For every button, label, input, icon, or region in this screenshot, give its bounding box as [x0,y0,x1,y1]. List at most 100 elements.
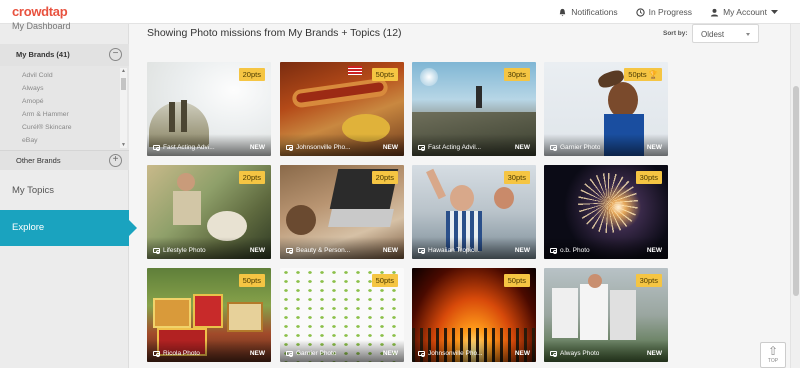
new-badge: NEW [646,247,662,254]
brand-item[interactable]: Always [22,85,44,92]
mission-card[interactable]: 30pts Fast Acting Advil... NEW [412,62,536,156]
points-badge: 30pts [503,171,530,184]
notifications-link[interactable]: Notifications [558,7,618,17]
mission-title: Garnier Photo [560,144,601,151]
expand-icon[interactable]: + [109,154,122,167]
sidebar-item-other-brands[interactable]: Other Brands + [0,150,129,170]
mission-card[interactable]: 20pts Fast Acting Advi... NEW [147,62,271,156]
points-value: 50pts [375,276,394,285]
trophy-icon: 🏆 [648,70,658,79]
page-title: Showing Photo missions from My Brands + … [147,27,402,39]
collapse-icon[interactable]: − [109,48,122,61]
camera-icon [550,351,557,357]
camera-icon [286,145,293,151]
points-badge: 50pts 🏆 [624,68,662,81]
scroll-down-icon[interactable]: ▼ [121,142,126,148]
my-account-menu[interactable]: My Account [710,7,778,17]
back-to-top-button[interactable]: ⇧ TOP [760,342,786,368]
points-badge: 30pts [503,68,530,81]
mission-card[interactable]: 30pts Hawaiian Tropic... NEW [412,165,536,259]
other-brands-label: Other Brands [16,156,61,165]
new-badge: NEW [382,247,398,254]
mission-card[interactable]: 50pts Ricola Photo NEW [147,268,271,362]
brand-item[interactable]: Curél® Skincare [22,124,72,131]
camera-icon [418,145,425,151]
brand-item[interactable]: Advil Cold [22,72,53,79]
new-badge: NEW [646,350,662,357]
mission-card[interactable]: 50pts Johnsonville Pho... NEW [280,62,404,156]
caret-down-icon [771,9,778,14]
new-badge: NEW [249,350,265,357]
points-value: 30pts [639,276,658,285]
sidebar-item-my-brands[interactable]: My Brands (41) − [0,44,129,66]
sidebar-item-my-topics[interactable]: My Topics [12,185,54,196]
new-badge: NEW [382,350,398,357]
points-badge: 20pts [238,68,265,81]
camera-icon [286,351,293,357]
brand-item[interactable]: Amopé [22,98,44,105]
points-value: 20pts [242,70,261,79]
points-value: 30pts [639,173,658,182]
new-badge: NEW [382,144,398,151]
top-label: TOP [767,358,779,364]
sort-select[interactable]: Oldest [692,24,759,43]
points-badge: 50pts [371,68,398,81]
top-nav: Notifications In Progress My Account [558,0,778,24]
in-progress-link[interactable]: In Progress [635,7,693,17]
mission-title: Johnsonville Pho... [428,350,483,357]
top-bar: crowdtap Notifications In Progress My Ac… [0,0,800,24]
my-account-label: My Account [723,7,767,17]
chevron-down-icon [746,33,750,36]
new-badge: NEW [249,144,265,151]
mission-title: Garnier Photo [296,350,337,357]
arrow-up-icon: ⇧ [767,344,779,358]
sidebar: My Dashboard My Brands (41) − Advil Cold… [0,21,137,368]
mission-card[interactable]: 30pts Always Photo NEW [544,268,668,362]
points-value: 50pts [628,70,647,79]
mission-card[interactable]: 50pts Garnier Photo NEW [280,268,404,362]
points-badge: 20pts [371,171,398,184]
new-badge: NEW [249,247,265,254]
brand-item[interactable]: eBay [22,137,38,144]
sidebar-item-dashboard[interactable]: My Dashboard [12,21,71,31]
my-brands-label: My Brands (41) [16,50,70,59]
scroll-thumb[interactable] [121,78,126,90]
points-value: 20pts [242,173,261,182]
sort-value: Oldest [701,30,725,39]
scrollbar-thumb[interactable] [793,86,799,296]
mission-title: Always Photo [560,350,600,357]
new-badge: NEW [514,144,530,151]
mission-title: o.b. Photo [560,247,590,254]
new-badge: NEW [646,144,662,151]
camera-icon [153,351,160,357]
in-progress-label: In Progress [648,7,693,17]
camera-icon [153,248,160,254]
mission-card[interactable]: 30pts o.b. Photo NEW [544,165,668,259]
crowdtap-logo[interactable]: crowdtap [12,4,68,19]
mission-title: Fast Acting Advil... [428,144,482,151]
points-value: 50pts [375,70,394,79]
mission-card[interactable]: 20pts Lifestyle Photo NEW [147,165,271,259]
active-indicator [129,220,137,236]
points-value: 30pts [507,173,526,182]
new-badge: NEW [514,247,530,254]
camera-icon [418,248,425,254]
camera-icon [550,145,557,151]
camera-icon [153,145,160,151]
points-badge: 50pts [371,274,398,287]
points-badge: 20pts [238,171,265,184]
scroll-up-icon[interactable]: ▲ [121,68,126,74]
points-value: 50pts [507,276,526,285]
sort-label: Sort by: [663,30,688,37]
camera-icon [286,248,293,254]
brand-item[interactable]: Arm & Hammer [22,111,69,118]
bell-icon [560,8,566,16]
mission-card[interactable]: 50pts 🏆 Garnier Photo NEW [544,62,668,156]
mission-card[interactable]: 50pts Johnsonville Pho... NEW [412,268,536,362]
page-scrollbar[interactable] [790,24,800,368]
brand-list-scrollbar[interactable]: ▲ ▼ [120,68,127,148]
camera-icon [550,248,557,254]
mission-card[interactable]: 20pts Beauty & Person... NEW [280,165,404,259]
sidebar-item-explore[interactable]: Explore [0,210,137,246]
mission-title: Hawaiian Tropic... [428,247,480,254]
